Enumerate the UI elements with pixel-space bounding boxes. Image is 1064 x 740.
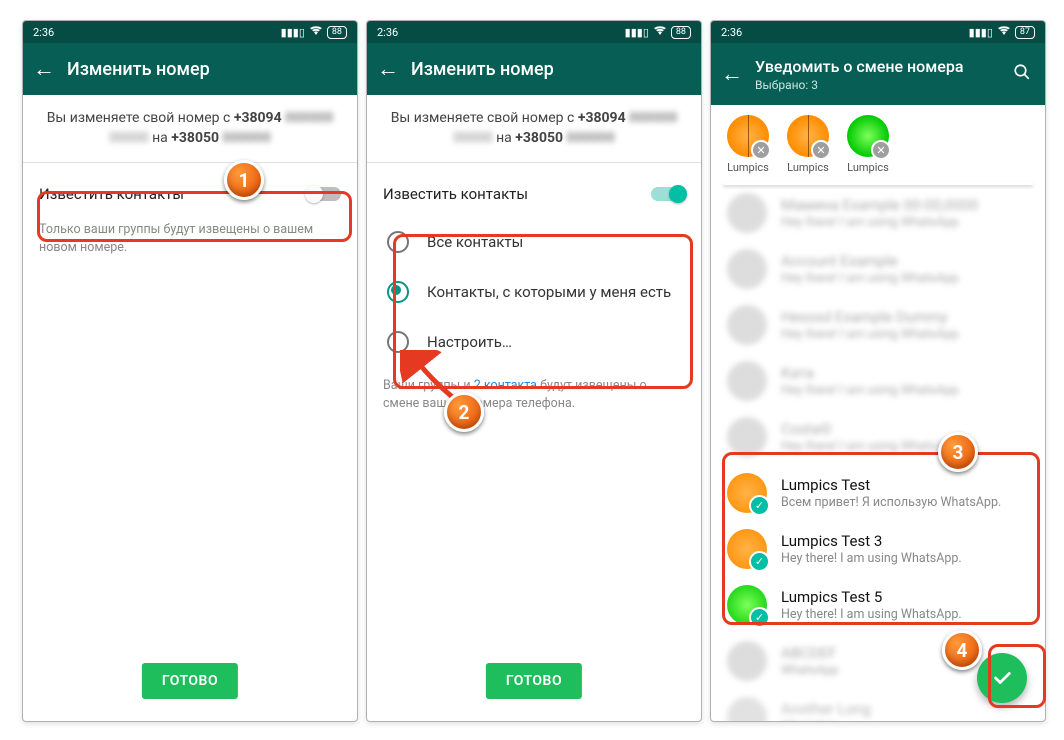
contact-row[interactable]: КатаHey there! I am using WhatsApp.: [711, 353, 1045, 409]
search-icon[interactable]: [1013, 63, 1031, 86]
done-button[interactable]: ГОТОВО: [142, 663, 238, 699]
app-bar: ← Изменить номер: [367, 43, 701, 95]
notify-toggle-off[interactable]: [307, 187, 341, 201]
contact-name: Lumpics Test 3: [781, 532, 962, 550]
contact-status: Всем привет! Я использую WhatsApp.: [781, 495, 1001, 510]
phone-screen-3: 2:36 ▮▮▮▯ 87 ← Уведомить о смене номера …: [710, 20, 1046, 722]
contact-status: Hey there! I am using WhatsApp.: [781, 607, 962, 622]
battery-indicator: 87: [1015, 26, 1035, 39]
selected-chip[interactable]: ✕ Lumpics: [787, 115, 829, 174]
phone-screen-1: 2:36 ▮▮▮▯ 88 ← Изменить номер Вы изменяе…: [22, 20, 358, 722]
status-bar: 2:36 ▮▮▮▯ 88: [367, 21, 701, 43]
contact-row[interactable]: Account ExampleHey there! I am using Wha…: [711, 241, 1045, 297]
status-time: 2:36: [721, 26, 742, 39]
signal-icon: ▮▮▮▯: [625, 26, 649, 39]
app-bar: ← Изменить номер: [23, 43, 357, 95]
notify-hint: Только ваши группы будут извещены о ваше…: [39, 221, 341, 256]
notify-contacts-label: Известить контакты: [383, 185, 528, 203]
radio-contacts-with-chat[interactable]: Контакты, с которыми у меня есть: [383, 267, 685, 317]
step-badge-2: 2: [444, 392, 484, 432]
contact-list[interactable]: Мамина Example 00-00,0000Hey there! I am…: [711, 185, 1045, 722]
check-icon: ✓: [749, 551, 770, 572]
wifi-icon: [997, 25, 1011, 39]
status-time: 2:36: [377, 26, 398, 39]
signal-icon: ▮▮▮▯: [281, 26, 305, 39]
remove-chip-icon[interactable]: ✕: [811, 140, 831, 160]
change-number-info: Вы изменяете свой номер с +38094 000000 …: [39, 109, 341, 148]
notify-contacts-label: Известить контакты: [39, 185, 184, 203]
confirm-fab[interactable]: [977, 653, 1027, 703]
chip-name: Lumpics: [727, 161, 769, 174]
contact-name: Lumpics Test 5: [781, 588, 962, 606]
notify-contacts-row[interactable]: Известить контакты: [39, 177, 341, 211]
contact-row-selected[interactable]: ✓ Lumpics Test 5 Hey there! I am using W…: [711, 577, 1045, 633]
battery-indicator: 88: [327, 26, 347, 39]
page-title: Уведомить о смене номера: [755, 57, 997, 76]
radio-all-contacts[interactable]: Все контакты: [383, 217, 685, 267]
notify-options-group: Все контакты Контакты, с которыми у меня…: [383, 217, 685, 367]
radio-label: Настроить…: [427, 333, 512, 351]
status-bar: 2:36 ▮▮▮▯ 87: [711, 21, 1045, 43]
contact-name: Lumpics Test: [781, 476, 1001, 494]
contact-row[interactable]: Мамина Example 00-00,0000Hey there! I am…: [711, 185, 1045, 241]
check-icon: ✓: [749, 495, 770, 516]
notify-toggle-on[interactable]: [651, 187, 685, 201]
contact-row-selected[interactable]: ✓ Lumpics Test 3 Hey there! I am using W…: [711, 521, 1045, 577]
contact-row-selected[interactable]: ✓ Lumpics Test Всем привет! Я использую …: [711, 465, 1045, 521]
avatar: ✓: [727, 529, 767, 569]
remove-chip-icon[interactable]: ✕: [751, 140, 771, 160]
contact-row[interactable]: Hesssd Example DummyHey there! I am usin…: [711, 297, 1045, 353]
step-badge-1: 1: [224, 160, 264, 200]
selected-chips-row: ✕ Lumpics ✕ Lumpics ✕ Lumpics: [711, 105, 1045, 182]
radio-icon: [387, 231, 409, 253]
page-title: Изменить номер: [67, 59, 347, 80]
app-bar: ← Уведомить о смене номера Выбрано: 3: [711, 43, 1045, 105]
chip-name: Lumpics: [787, 161, 829, 174]
battery-indicator: 88: [671, 26, 691, 39]
page-title: Изменить номер: [411, 59, 691, 80]
contact-row[interactable]: Costa©Hey there! I am using WhatsApp.: [711, 409, 1045, 465]
status-bar: 2:36 ▮▮▮▯ 88: [23, 21, 357, 43]
signal-icon: ▮▮▮▯: [969, 26, 993, 39]
done-button[interactable]: ГОТОВО: [486, 663, 582, 699]
step-badge-4: 4: [942, 630, 982, 670]
back-icon[interactable]: ←: [721, 61, 739, 87]
wifi-icon: [309, 25, 323, 39]
check-icon: ✓: [749, 607, 770, 628]
page-subtitle: Выбрано: 3: [755, 78, 997, 92]
chip-name: Lumpics: [847, 161, 889, 174]
selected-chip[interactable]: ✕ Lumpics: [847, 115, 889, 174]
radio-label: Все контакты: [427, 233, 523, 251]
remove-chip-icon[interactable]: ✕: [871, 140, 891, 160]
wifi-icon: [653, 25, 667, 39]
step-badge-3: 3: [938, 432, 978, 472]
avatar: ✓: [727, 585, 767, 625]
notify-contacts-row[interactable]: Известить контакты: [383, 177, 685, 211]
avatar: ✓: [727, 473, 767, 513]
radio-label: Контакты, с которыми у меня есть: [427, 283, 671, 301]
back-icon[interactable]: ←: [33, 56, 51, 82]
selected-chip[interactable]: ✕ Lumpics: [727, 115, 769, 174]
change-number-info: Вы изменяете свой номер с +38094 000000 …: [383, 109, 685, 148]
radio-icon-selected: [387, 281, 409, 303]
status-time: 2:36: [33, 26, 54, 39]
back-icon[interactable]: ←: [377, 56, 395, 82]
contact-status: Hey there! I am using WhatsApp.: [781, 551, 962, 566]
